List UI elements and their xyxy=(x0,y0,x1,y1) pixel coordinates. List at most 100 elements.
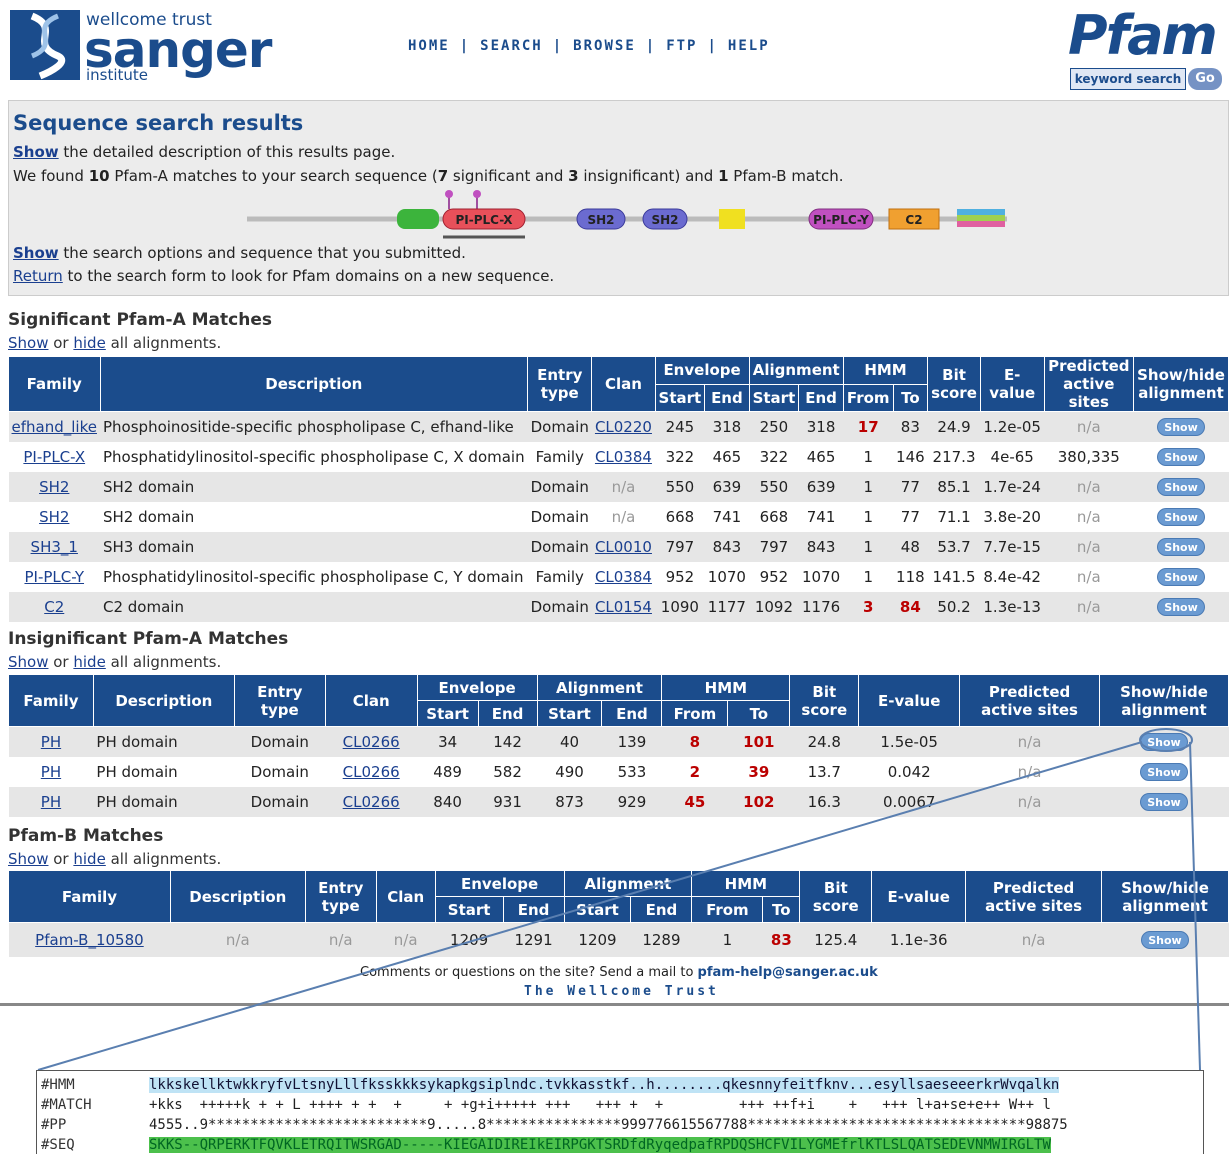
col-env-end[interactable]: End xyxy=(477,700,538,727)
col-predicted[interactable]: Predicted active sites xyxy=(965,870,1103,923)
show-alignment-button[interactable]: Show xyxy=(1157,508,1206,526)
active-site-marker[interactable] xyxy=(445,190,453,198)
col-family[interactable]: Family xyxy=(8,674,94,727)
col-hmm-to[interactable]: To xyxy=(727,700,791,727)
col-evalue[interactable]: E-value xyxy=(858,674,961,727)
clan-link[interactable]: CL0384 xyxy=(595,568,652,586)
family-link[interactable]: C2 xyxy=(44,598,64,616)
col-clan[interactable]: Clan xyxy=(375,870,436,923)
col-clan[interactable]: Clan xyxy=(591,356,656,412)
col-family[interactable]: Family xyxy=(8,870,171,923)
col-entry-type[interactable]: Entry type xyxy=(527,356,593,412)
col-description[interactable]: Description xyxy=(92,674,235,727)
col-hmm-from[interactable]: From xyxy=(661,700,729,727)
col-predicted[interactable]: Predicted active sites xyxy=(959,674,1100,727)
show-alignment-button[interactable]: Show xyxy=(1141,931,1189,950)
show-alignment-button[interactable]: Show xyxy=(1139,733,1188,752)
show-alignment-button[interactable]: Show xyxy=(1139,763,1188,781)
col-env-start[interactable]: Start xyxy=(416,700,479,727)
pfam-b-stripe[interactable] xyxy=(957,209,1005,215)
nav-help[interactable]: HELP xyxy=(728,38,770,54)
hide-all-link[interactable]: hide xyxy=(73,653,105,671)
show-alignment-button[interactable]: Show xyxy=(1139,793,1188,811)
return-link[interactable]: Return xyxy=(13,267,63,285)
clan-link[interactable]: CL0266 xyxy=(343,763,400,781)
show-alignment-button[interactable]: Show xyxy=(1157,568,1206,586)
family-link[interactable]: SH2 xyxy=(39,478,69,496)
family-link[interactable]: SH3_1 xyxy=(31,538,78,556)
show-alignment-button[interactable]: Show xyxy=(1157,538,1206,556)
domain-yellow[interactable] xyxy=(719,209,745,229)
col-hmm-to[interactable]: To xyxy=(892,383,929,412)
show-options-link[interactable]: Show xyxy=(13,244,59,262)
clan-link[interactable]: CL0010 xyxy=(595,538,652,556)
family-link[interactable]: PH xyxy=(41,763,61,781)
family-link[interactable]: Pfam-B_10580 xyxy=(35,931,144,949)
show-alignment-button[interactable]: Show xyxy=(1157,478,1206,496)
show-alignment-button[interactable]: Show xyxy=(1157,418,1206,437)
go-button[interactable]: Go xyxy=(1188,68,1222,90)
col-bit-score[interactable]: Bit score xyxy=(789,674,860,727)
pfam-logo[interactable]: Pfam xyxy=(1068,8,1228,64)
col-bit-score[interactable]: Bit score xyxy=(799,870,873,923)
col-ali-end[interactable]: End xyxy=(630,896,693,923)
clan-link[interactable]: CL0266 xyxy=(343,733,400,751)
show-all-link[interactable]: Show xyxy=(8,334,48,352)
show-alignment-button[interactable]: Show xyxy=(1157,598,1206,616)
col-description[interactable]: Description xyxy=(169,870,306,923)
nav-home[interactable]: HOME xyxy=(408,38,450,54)
col-evalue[interactable]: E-value xyxy=(871,870,967,923)
show-alignment-button[interactable]: Show xyxy=(1157,448,1206,466)
col-ali-start[interactable]: Start xyxy=(563,896,632,923)
col-entry-type[interactable]: Entry type xyxy=(233,674,326,727)
col-description[interactable]: Description xyxy=(99,356,529,412)
col-family[interactable]: Family xyxy=(8,356,101,412)
family-link[interactable]: efhand_like xyxy=(12,418,97,436)
clan-link[interactable]: CL0220 xyxy=(595,418,652,436)
footer-trust[interactable]: The Wellcome Trust xyxy=(524,984,719,999)
col-entry-type[interactable]: Entry type xyxy=(304,870,377,923)
domain-green[interactable] xyxy=(397,209,439,229)
hide-all-link[interactable]: hide xyxy=(73,334,105,352)
col-ali-start[interactable]: Start xyxy=(748,383,800,412)
hide-all-link[interactable]: hide xyxy=(73,850,105,868)
nav-search[interactable]: SEARCH xyxy=(480,38,543,54)
show-all-link[interactable]: Show xyxy=(8,850,48,868)
family-link[interactable]: PI-PLC-Y xyxy=(24,568,84,586)
cell-11: 0.042 xyxy=(858,756,960,787)
col-predicted[interactable]: Predicted active sites xyxy=(1043,356,1135,412)
family-link[interactable]: PH xyxy=(41,733,61,751)
col-env-start[interactable]: Start xyxy=(434,896,504,923)
keyword-search-input[interactable]: keyword search xyxy=(1070,68,1186,90)
col-env-end[interactable]: End xyxy=(502,896,565,923)
nav-ftp[interactable]: FTP xyxy=(666,38,697,54)
domain-graphic[interactable]: PI-PLC-X SH2 SH2 PI-PLC-Y C2 xyxy=(247,189,1007,241)
col-hmm-from[interactable]: From xyxy=(691,896,764,923)
col-env-start[interactable]: Start xyxy=(654,383,706,412)
col-hmm-from[interactable]: From xyxy=(842,383,894,412)
col-hmm-to[interactable]: To xyxy=(762,896,801,923)
col-evalue[interactable]: E-value xyxy=(979,356,1045,412)
clan-link[interactable]: CL0384 xyxy=(595,448,652,466)
show-all-link[interactable]: Show xyxy=(8,653,48,671)
col-env-end[interactable]: End xyxy=(704,383,750,412)
cell-11: 3.8e-20 xyxy=(980,501,1044,532)
clan-link[interactable]: CL0154 xyxy=(595,598,652,616)
cell-6: 952 xyxy=(749,561,799,592)
family-link[interactable]: PI-PLC-X xyxy=(23,448,85,466)
show-description-link[interactable]: Show xyxy=(13,143,59,161)
family-link[interactable]: PH xyxy=(41,793,61,811)
pfam-b-stripe[interactable] xyxy=(957,221,1005,227)
nav-browse[interactable]: BROWSE xyxy=(573,38,636,54)
col-ali-start[interactable]: Start xyxy=(536,700,603,727)
pfam-b-stripe[interactable] xyxy=(957,215,1005,221)
clan-link[interactable]: CL0266 xyxy=(343,793,400,811)
active-site-marker[interactable] xyxy=(473,190,481,198)
col-clan[interactable]: Clan xyxy=(324,674,418,727)
sanger-logo[interactable]: wellcome trust sanger institute xyxy=(10,10,272,84)
col-ali-end[interactable]: End xyxy=(601,700,663,727)
col-ali-end[interactable]: End xyxy=(798,383,844,412)
col-bit-score[interactable]: Bit score xyxy=(927,356,981,412)
family-link[interactable]: SH2 xyxy=(39,508,69,526)
footer-email-link[interactable]: pfam-help@sanger.ac.uk xyxy=(698,965,878,980)
